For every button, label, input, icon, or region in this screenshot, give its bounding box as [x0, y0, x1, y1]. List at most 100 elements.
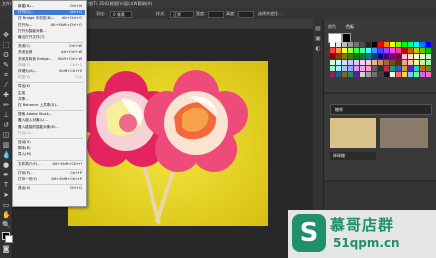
file-menu-item[interactable]: 置入链接的智能对象(K)...: [14, 125, 85, 130]
color-swatch[interactable]: [360, 72, 365, 77]
zoom-tool-icon[interactable]: 🔍: [2, 221, 11, 229]
color-swatch[interactable]: [384, 48, 389, 53]
color-swatch[interactable]: [396, 60, 401, 65]
library-select[interactable]: 糖果: [330, 104, 432, 115]
color-swatch[interactable]: [384, 60, 389, 65]
file-menu-item[interactable]: 关闭全部 Alt+Ctrl+W: [14, 50, 85, 55]
file-menu-item[interactable]: 打开(O)... Ctrl+O: [14, 10, 85, 16]
color-swatch[interactable]: [402, 42, 407, 47]
color-swatch[interactable]: [354, 72, 359, 77]
color-swatch[interactable]: [360, 48, 365, 53]
document-tab[interactable]: [84, 19, 313, 29]
color-swatch[interactable]: [342, 54, 347, 59]
color-swatch[interactable]: [402, 48, 407, 53]
color-swatch[interactable]: [384, 54, 389, 59]
file-menu-item[interactable]: 存储为(A)... Shift+Ctrl+S: [14, 69, 85, 74]
color-swatch[interactable]: [366, 66, 371, 71]
color-swatch[interactable]: [360, 54, 365, 59]
color-swatch[interactable]: [354, 66, 359, 71]
color-swatch[interactable]: [408, 48, 413, 53]
color-swatch[interactable]: [342, 60, 347, 65]
color-swatch[interactable]: [390, 66, 395, 71]
color-swatch[interactable]: [384, 66, 389, 71]
select-and-mask-button[interactable]: 选择并遮住...: [258, 8, 282, 19]
color-swatch[interactable]: [348, 48, 353, 53]
file-menu-item[interactable]: 在 Bridge 中浏览(B)... Alt+Ctrl+O: [14, 16, 85, 21]
file-menu-item[interactable]: 共享...: [14, 97, 85, 102]
color-swatch[interactable]: [402, 54, 407, 59]
color-swatch[interactable]: [390, 60, 395, 65]
file-menu-item[interactable]: 关闭(C) Ctrl+W: [14, 44, 85, 49]
background-color-swatch[interactable]: [5, 235, 13, 243]
color-swatch[interactable]: [408, 66, 413, 71]
color-swatch[interactable]: [360, 42, 365, 47]
color-swatch[interactable]: [342, 66, 347, 71]
file-menu-item[interactable]: 在 Behance 上共享(D)...: [14, 103, 85, 108]
stamp-tool-icon[interactable]: ⊥: [2, 111, 10, 119]
healing-tool-icon[interactable]: ✚: [2, 91, 10, 99]
style-select[interactable]: 正常: [170, 11, 194, 18]
file-menu-item[interactable]: 新建(N)... Ctrl+N: [14, 4, 85, 9]
color-swatch[interactable]: [426, 42, 431, 47]
file-menu-item[interactable]: 搜索 Adobe Stock...: [14, 112, 85, 117]
color-swatch[interactable]: [396, 42, 401, 47]
color-swatch[interactable]: [378, 48, 383, 53]
color-swatch[interactable]: [348, 60, 353, 65]
color-swatch[interactable]: [378, 60, 383, 65]
color-swatch[interactable]: [372, 66, 377, 71]
path-select-tool-icon[interactable]: ➤: [2, 191, 10, 199]
color-swatch[interactable]: [414, 48, 419, 53]
menu-8[interactable]: 视图(V): [110, 0, 124, 8]
width-input[interactable]: [208, 11, 224, 18]
color-swatch[interactable]: [366, 60, 371, 65]
color-swatch[interactable]: [414, 60, 419, 65]
color-swatch[interactable]: [384, 42, 389, 47]
file-menu-item[interactable]: 打开为... Alt+Shift+Ctrl+O: [14, 23, 85, 28]
color-swatch[interactable]: [372, 60, 377, 65]
height-input[interactable]: [238, 11, 254, 18]
menu-9[interactable]: 窗口(W): [124, 0, 139, 8]
lasso-tool-icon[interactable]: ʘ: [2, 51, 10, 59]
color-swatch[interactable]: [330, 72, 335, 77]
color-swatch[interactable]: [372, 48, 377, 53]
color-swatch[interactable]: [330, 54, 335, 59]
color-swatch[interactable]: [420, 66, 425, 71]
color-swatch[interactable]: [348, 54, 353, 59]
color-swatch[interactable]: [348, 66, 353, 71]
file-menu-item[interactable]: 文件简介(F)... Alt+Shift+Ctrl+I: [14, 162, 85, 167]
color-swatch[interactable]: [342, 72, 347, 77]
color-swatch[interactable]: [414, 72, 419, 77]
feather-input[interactable]: 0 像素: [110, 11, 132, 18]
color-swatch[interactable]: [426, 66, 431, 71]
color-swatch[interactable]: [390, 48, 395, 53]
color-swatch[interactable]: [414, 66, 419, 71]
eraser-tool-icon[interactable]: ◫: [2, 131, 10, 139]
history-brush-tool-icon[interactable]: ↺: [2, 121, 10, 129]
color-swatch[interactable]: [336, 48, 341, 53]
color-swatch[interactable]: [420, 54, 425, 59]
color-swatch[interactable]: [372, 42, 377, 47]
color-swatch[interactable]: [366, 42, 371, 47]
color-swatch[interactable]: [426, 60, 431, 65]
color-swatch[interactable]: [420, 42, 425, 47]
crop-tool-icon[interactable]: ⌗: [2, 71, 10, 79]
color-swatch[interactable]: [408, 54, 413, 59]
color-swatch[interactable]: [342, 48, 347, 53]
gradient-tool-icon[interactable]: ▥: [2, 141, 10, 149]
properties-panel-icon[interactable]: ▣: [314, 35, 322, 43]
file-menu-item[interactable]: 生成: [14, 91, 85, 96]
color-swatch[interactable]: [402, 72, 407, 77]
color-swatch[interactable]: [354, 42, 359, 47]
color-swatch[interactable]: [354, 54, 359, 59]
color-swatch[interactable]: [330, 48, 335, 53]
color-swatch[interactable]: [414, 54, 419, 59]
menu-10[interactable]: 帮助(H): [138, 0, 152, 8]
color-swatch[interactable]: [360, 66, 365, 71]
tab-color[interactable]: 颜色: [328, 23, 336, 30]
color-swatch[interactable]: [372, 54, 377, 59]
tab-swatches[interactable]: 色板: [346, 23, 354, 30]
dodge-tool-icon[interactable]: ●: [2, 161, 10, 169]
file-menu-item[interactable]: 置入嵌入对象(L)...: [14, 118, 85, 123]
history-panel-icon[interactable]: ▤: [314, 25, 322, 33]
color-swatch[interactable]: [378, 54, 383, 59]
